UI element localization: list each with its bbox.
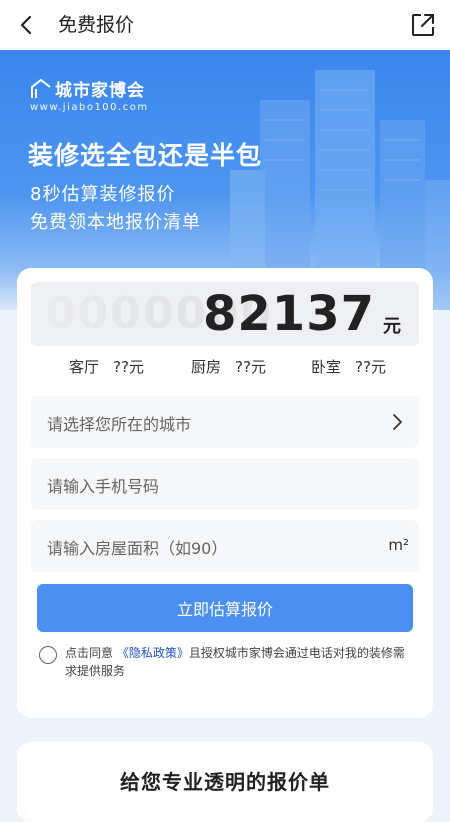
city-select[interactable]: 请选择您所在的城市 <box>31 396 419 448</box>
area-input-placeholder: 请输入房屋面积（如90） <box>47 539 228 558</box>
room-bedroom: 卧室 ??元 <box>311 358 386 376</box>
room-kitchen: 厨房 ??元 <box>191 358 266 376</box>
chevron-right-icon <box>393 414 402 430</box>
estimate-submit-button[interactable]: 立即估算报价 <box>37 584 413 632</box>
share-external-icon[interactable] <box>410 12 436 38</box>
area-unit: m² <box>388 536 409 554</box>
city-select-placeholder: 请选择您所在的城市 <box>47 415 192 434</box>
top-bar: 免费报价 <box>0 0 450 50</box>
page-title: 免费报价 <box>58 14 135 36</box>
chevron-left-icon[interactable] <box>14 12 40 38</box>
quote-intro-card: 给您专业透明的报价单 <box>17 742 433 822</box>
house-icon <box>31 78 51 98</box>
section-title: 给您专业透明的报价单 <box>120 770 330 794</box>
room-living: 客厅 ??元 <box>69 358 144 376</box>
brand-logo: 城市家博会 www.jiabo100.com <box>30 76 149 113</box>
privacy-policy-link[interactable]: 《隐私政策》 <box>117 646 189 660</box>
hero-title: 装修选全包还是半包 <box>28 141 263 170</box>
brand-url: www.jiabo100.com <box>30 102 149 113</box>
room-breakdown: 客厅 ??元 厨房 ??元 卧室 ??元 <box>17 356 433 386</box>
price-unit: 元 <box>383 316 401 337</box>
hero-subtitle-1: 8秒估算装修报价 <box>30 184 176 205</box>
hero-subtitle-2: 免费领本地报价清单 <box>30 212 201 233</box>
agreement-text: 点击同意 《隐私政策》且授权城市家博会通过电话对我的装修需求提供服务 <box>65 646 405 678</box>
phone-input-placeholder: 请输入手机号码 <box>47 477 160 496</box>
estimate-card: 0000000 82137 元 客厅??元 厨房??元 卧室??元 请选择您所在… <box>17 268 433 718</box>
price-value: 82137 <box>203 286 375 342</box>
agreement-checkbox[interactable] <box>39 646 57 664</box>
phone-input[interactable]: 请输入手机号码 <box>31 458 419 510</box>
brand-name: 城市家博会 <box>55 81 145 101</box>
price-display: 0000000 82137 元 <box>31 282 419 346</box>
area-input[interactable]: 请输入房屋面积（如90） m² <box>31 520 419 572</box>
